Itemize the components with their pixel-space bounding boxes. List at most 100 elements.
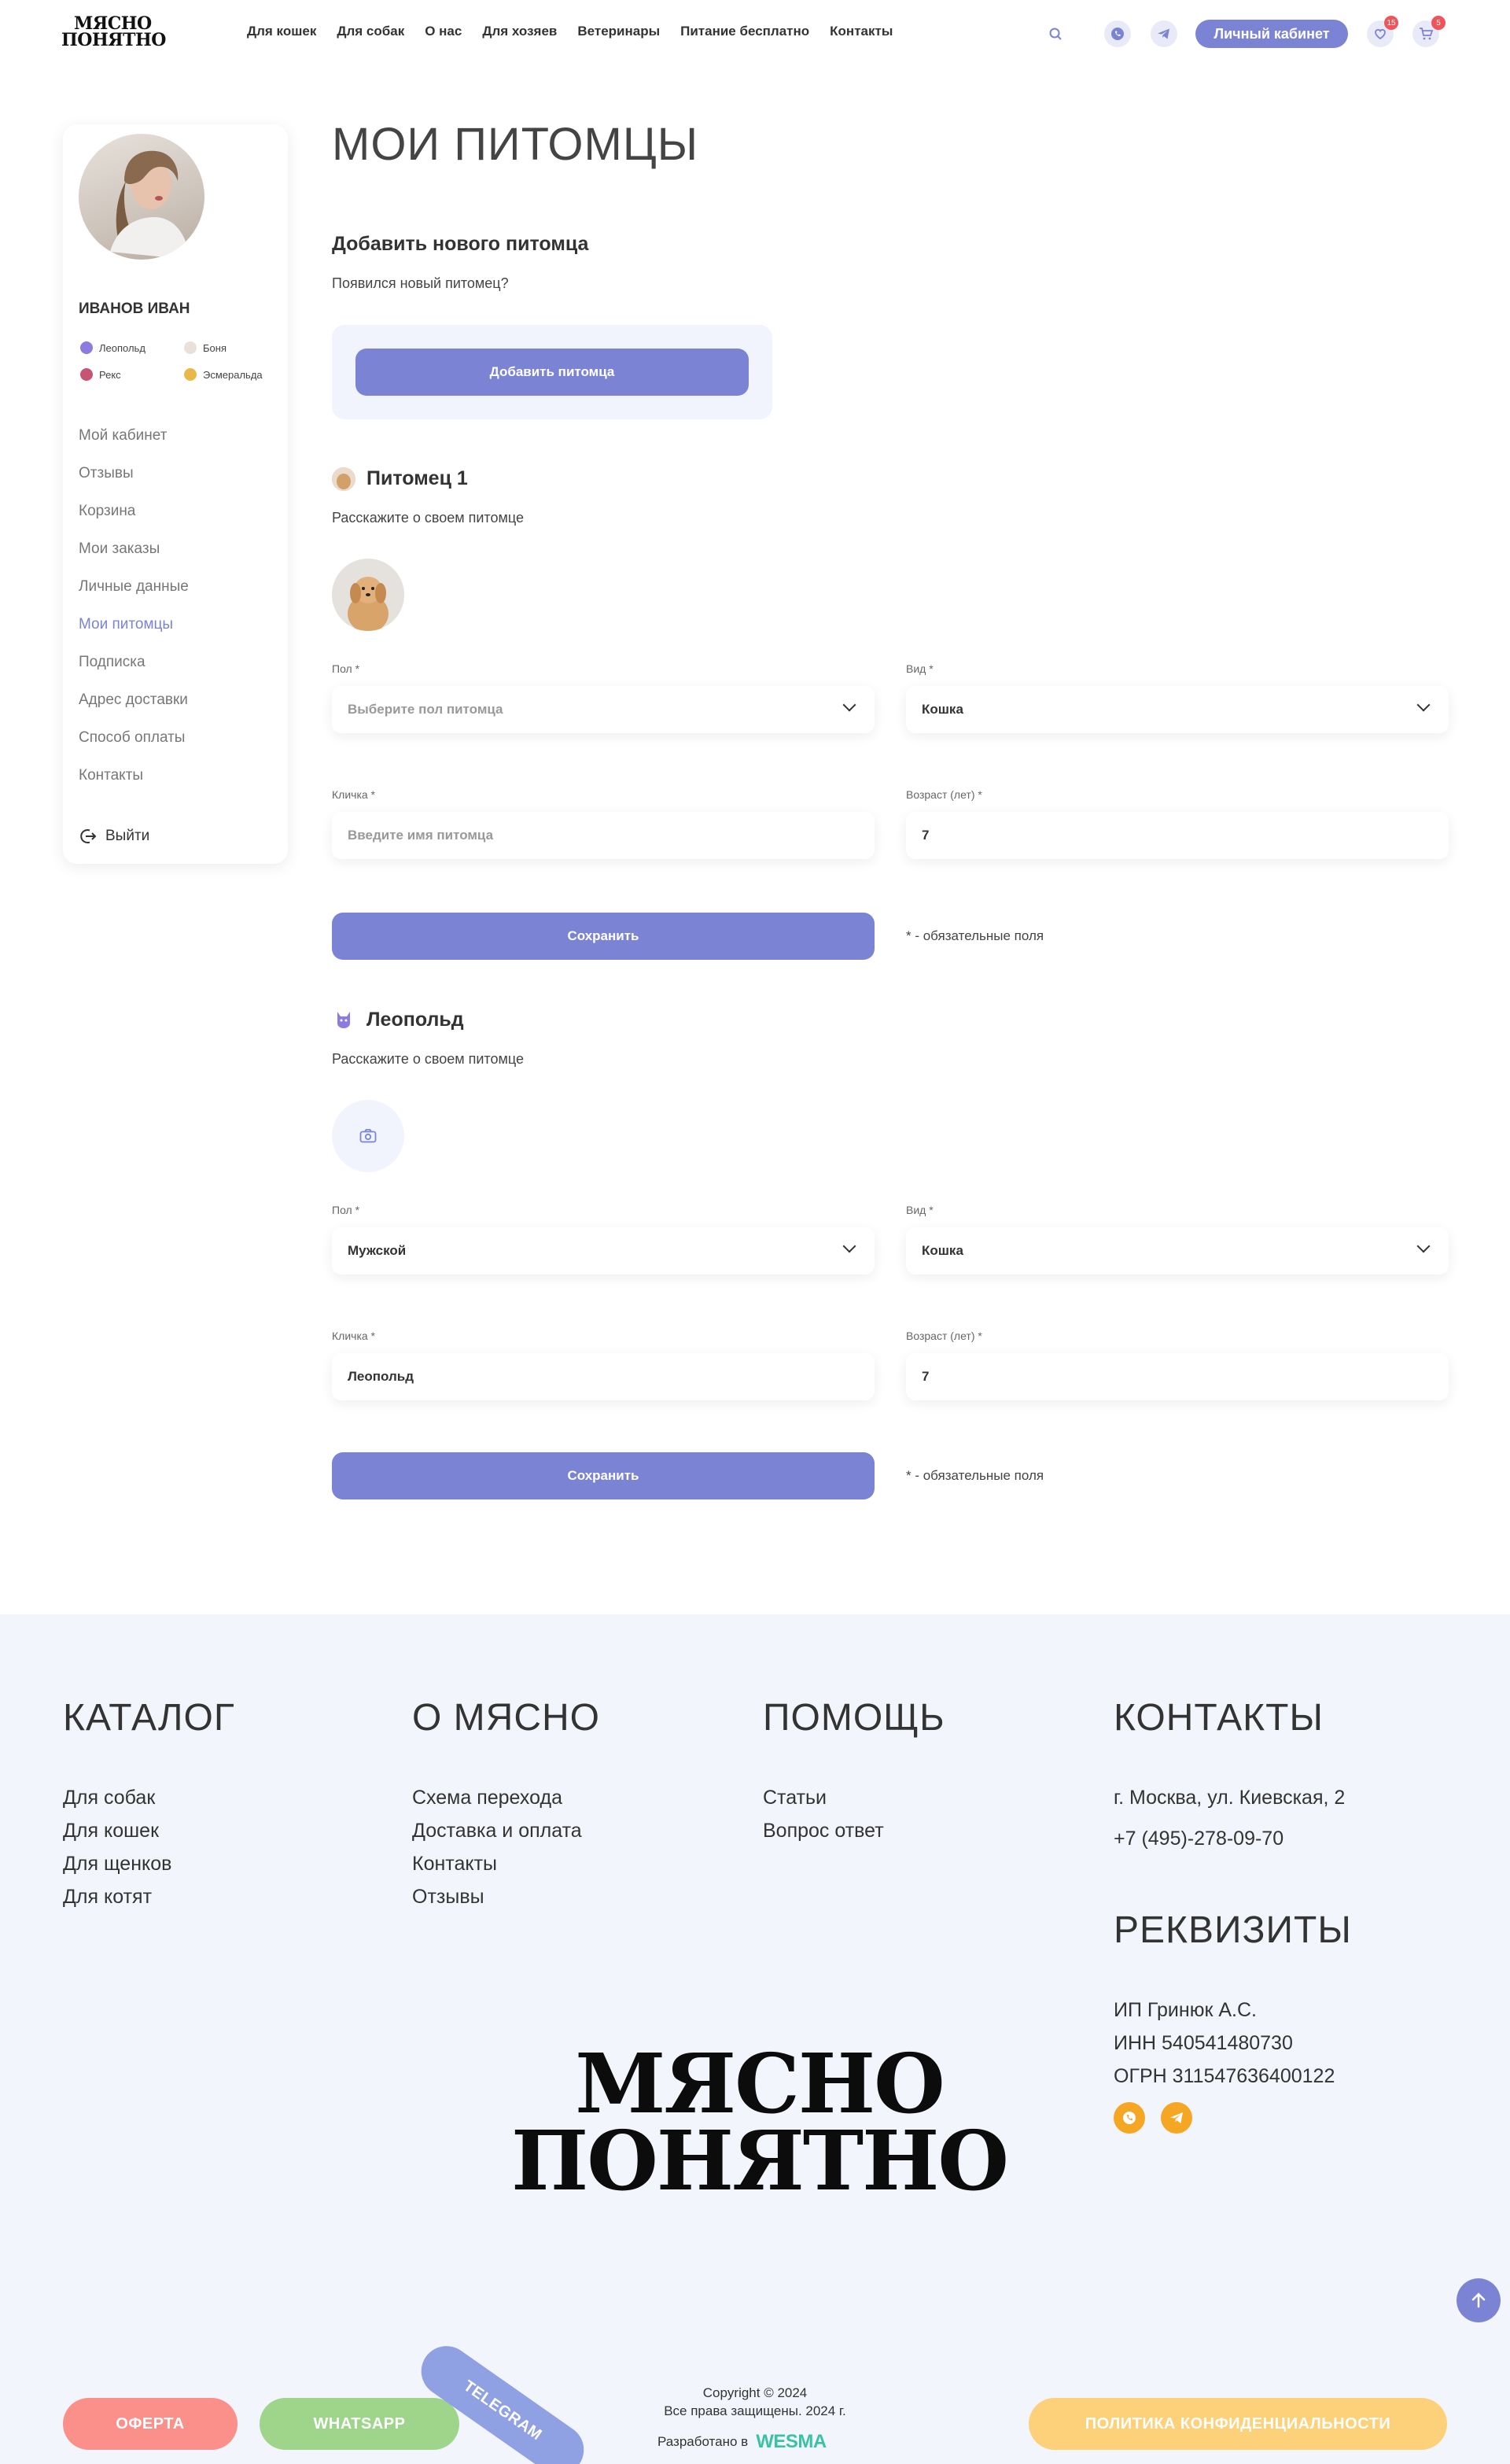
pet1-gender-value: Выберите пол питомца: [348, 702, 503, 717]
pet1-age-input[interactable]: 7: [906, 812, 1449, 859]
sidebar-item-cabinet[interactable]: Мой кабинет: [79, 426, 189, 464]
personal-cabinet-button[interactable]: Личный кабинет: [1195, 20, 1348, 48]
pet-chip-label: Эсмеральда: [203, 368, 263, 381]
footer-link-kittens[interactable]: Для котят: [63, 1880, 171, 1913]
pet2-gender-label: Пол *: [332, 1204, 360, 1216]
pet-chip-leopold[interactable]: Леопольд: [80, 341, 145, 354]
sidebar-item-personal-data[interactable]: Личные данные: [79, 577, 189, 615]
footer-link-delivery[interactable]: Доставка и оплата: [412, 1814, 582, 1847]
footer-link-contacts[interactable]: Контакты: [412, 1847, 582, 1880]
sidebar-item-reviews[interactable]: Отзывы: [79, 464, 189, 502]
sidebar-menu: Мой кабинет Отзывы Корзина Мои заказы Ли…: [79, 426, 189, 804]
footer-whatsapp-icon[interactable]: [1114, 2102, 1145, 2134]
dog-icon: [184, 341, 197, 354]
nav-cats[interactable]: Для кошек: [247, 24, 316, 39]
copyright-line-2: Все права защищены. 2024 г.: [664, 2403, 846, 2418]
footer-about-title: О МЯСНО: [412, 1697, 600, 1739]
offer-button[interactable]: ОФЕРТА: [63, 2398, 238, 2450]
big-logo-line-2: ПОНЯТНО: [511, 2112, 1009, 2209]
pet2-name-input[interactable]: Леопольд: [332, 1353, 875, 1400]
pet-chip-rex[interactable]: Рекс: [80, 368, 121, 381]
pet2-subtitle: Расскажите о своем питомце: [332, 1051, 524, 1067]
pet-thumb-icon: [332, 467, 355, 491]
pet1-photo[interactable]: [332, 559, 404, 631]
nav-dogs[interactable]: Для собак: [337, 24, 404, 39]
nav-vets[interactable]: Ветеринары: [577, 24, 660, 39]
favorites-badge: 15: [1384, 16, 1398, 30]
chevron-down-icon: [1416, 1239, 1431, 1253]
pet2-heading: Леопольд: [366, 1009, 464, 1031]
avatar: [79, 134, 204, 260]
nav-about[interactable]: О нас: [425, 24, 462, 39]
pet2-gender-select[interactable]: Мужской: [332, 1227, 875, 1274]
pet-chip-label: Рекс: [99, 368, 121, 381]
sidebar-item-my-pets[interactable]: Мои питомцы: [79, 615, 189, 653]
footer-big-logo: МЯСНО ПОНЯТНО: [511, 2035, 1009, 2209]
pet2-photo-upload[interactable]: [332, 1100, 404, 1172]
copyright-line-1: Copyright © 2024: [702, 2385, 808, 2400]
footer-link-puppies[interactable]: Для щенков: [63, 1847, 171, 1880]
footer-catalog-links: Для собак Для кошек Для щенков Для котят: [63, 1781, 171, 1913]
pet2-age-value: 7: [922, 1369, 930, 1384]
add-pet-panel: Добавить питомца: [332, 325, 772, 419]
footer-link-articles[interactable]: Статьи: [763, 1781, 884, 1814]
footer-link-faq[interactable]: Вопрос ответ: [763, 1814, 884, 1847]
whatsapp-button[interactable]: WHATSAPP: [260, 2398, 459, 2450]
footer-link-scheme[interactable]: Схема перехода: [412, 1781, 582, 1814]
big-logo-line-1: МЯСНО: [575, 2035, 945, 2132]
footer-link-cats[interactable]: Для кошек: [63, 1814, 171, 1847]
nav-contacts[interactable]: Контакты: [830, 24, 893, 39]
cat-icon: [333, 1009, 354, 1029]
camera-icon: [359, 1129, 377, 1143]
developer-logo[interactable]: WESMA: [756, 2431, 827, 2453]
footer-phone[interactable]: +7 (495)-278-09-70: [1114, 1822, 1284, 1855]
user-name: ИВАНОВ ИВАН: [79, 301, 190, 317]
pet2-save-button[interactable]: Сохранить: [332, 1452, 875, 1499]
footer-requisites-title: РЕКВИЗИТЫ: [1114, 1909, 1352, 1951]
pet2-age-label: Возраст (лет) *: [906, 1330, 982, 1342]
sidebar-item-subscription[interactable]: Подписка: [79, 653, 189, 691]
add-pet-button[interactable]: Добавить питомца: [355, 349, 749, 396]
whatsapp-icon[interactable]: [1104, 20, 1131, 47]
pet1-gender-select[interactable]: Выберите пол питомца: [332, 686, 875, 733]
sidebar-item-orders[interactable]: Мои заказы: [79, 540, 189, 577]
main-nav: Для кошек Для собак О нас Для хозяев Вет…: [247, 24, 913, 39]
pet2-age-input[interactable]: 7: [906, 1353, 1449, 1400]
pet1-kind-label: Вид *: [906, 662, 934, 675]
sidebar-item-cart[interactable]: Корзина: [79, 502, 189, 540]
add-pet-heading: Добавить нового питомца: [332, 233, 589, 255]
chevron-down-icon: [1416, 698, 1431, 712]
pet2-kind-select[interactable]: Кошка: [906, 1227, 1449, 1274]
pet1-save-button[interactable]: Сохранить: [332, 913, 875, 960]
nav-owners[interactable]: Для хозяев: [482, 24, 557, 39]
account-sidebar: ИВАНОВ ИВАН Леопольд Боня Рекс Эсмеральд…: [63, 124, 288, 864]
footer-contacts-title: КОНТАКТЫ: [1114, 1697, 1324, 1739]
pet-chip-label: Леопольд: [99, 341, 145, 354]
cat-icon: [80, 341, 93, 354]
scroll-to-top-button[interactable]: [1457, 2278, 1501, 2322]
pet1-kind-select[interactable]: Кошка: [906, 686, 1449, 733]
add-pet-subtitle: Появился новый питомец?: [332, 275, 509, 291]
pet1-name-input[interactable]: Введите имя питомца: [332, 812, 875, 859]
pet1-required-note: * - обязательные поля: [906, 928, 1044, 943]
sidebar-item-address[interactable]: Адрес доставки: [79, 691, 189, 729]
footer-telegram-icon[interactable]: [1161, 2102, 1192, 2134]
footer-link-dogs[interactable]: Для собак: [63, 1781, 171, 1814]
sidebar-item-contacts[interactable]: Контакты: [79, 766, 189, 804]
pet2-required-note: * - обязательные поля: [906, 1468, 1044, 1483]
logout-button[interactable]: Выйти: [79, 827, 149, 846]
sidebar-item-payment[interactable]: Способ оплаты: [79, 729, 189, 766]
pet-chip-bonya[interactable]: Боня: [184, 341, 226, 354]
cat-icon: [184, 368, 197, 381]
site-logo[interactable]: МЯСНО ПОНЯТНО: [61, 15, 166, 49]
nav-free-food[interactable]: Питание бесплатно: [680, 24, 809, 39]
telegram-icon[interactable]: [1151, 20, 1177, 47]
footer-link-reviews[interactable]: Отзывы: [412, 1880, 582, 1913]
pet-chip-esmeralda[interactable]: Эсмеральда: [184, 368, 263, 381]
pet2-kind-label: Вид *: [906, 1204, 934, 1216]
pet1-gender-label: Пол *: [332, 662, 360, 675]
logout-label: Выйти: [105, 828, 150, 844]
privacy-policy-button[interactable]: ПОЛИТИКА КОНФИДЕНЦИАЛЬНОСТИ: [1029, 2398, 1447, 2450]
search-icon[interactable]: [1042, 20, 1069, 47]
chevron-down-icon: [842, 698, 856, 712]
